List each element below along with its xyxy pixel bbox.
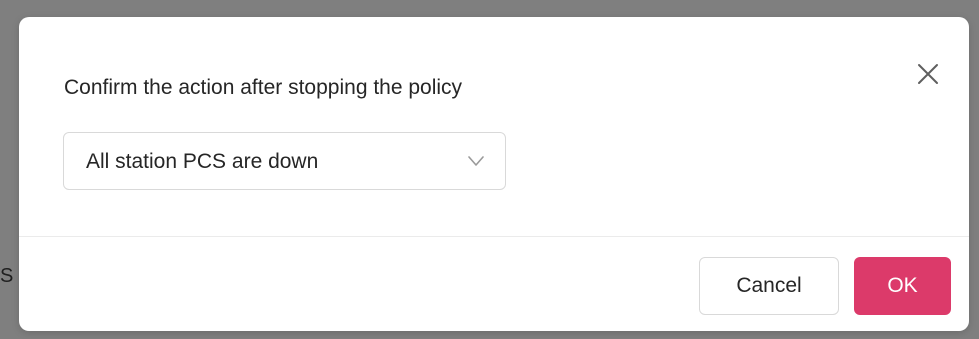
footer-divider <box>19 236 969 237</box>
close-icon <box>918 64 938 84</box>
background-partial-text: S <box>0 265 14 287</box>
dialog-title: Confirm the action after stopping the po… <box>64 76 463 99</box>
action-select-value: All station PCS are down <box>86 150 319 173</box>
chevron-down-icon <box>468 155 484 167</box>
close-button[interactable] <box>913 59 943 89</box>
action-select[interactable]: All station PCS are down <box>63 132 506 190</box>
ok-button[interactable]: OK <box>854 257 951 315</box>
confirm-dialog: Confirm the action after stopping the po… <box>19 17 969 331</box>
cancel-button[interactable]: Cancel <box>699 257 839 315</box>
